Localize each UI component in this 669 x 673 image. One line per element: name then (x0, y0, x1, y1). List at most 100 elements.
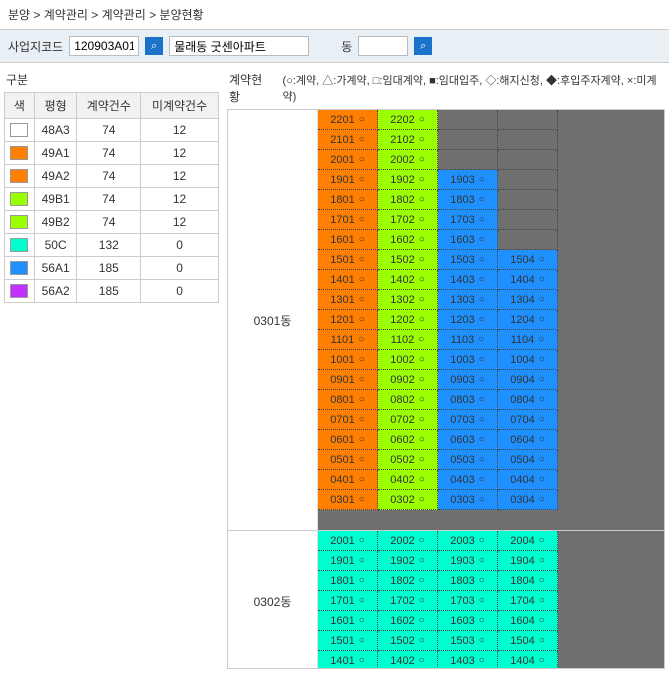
unit-cell[interactable]: 2003○ (438, 531, 498, 551)
unit-cell[interactable]: 1902○ (378, 170, 438, 190)
unit-cell[interactable]: 0604○ (498, 430, 558, 450)
class-row[interactable]: 50C1320 (5, 234, 219, 257)
unit-cell[interactable]: 2004○ (498, 531, 558, 551)
unit-cell[interactable]: 1502○ (378, 631, 438, 651)
unit-cell[interactable]: 1704○ (498, 591, 558, 611)
unit-cell[interactable]: 1203○ (438, 310, 498, 330)
unit-cell[interactable]: 1503○ (438, 631, 498, 651)
unit-cell[interactable]: 0501○ (318, 450, 378, 470)
unit-cell[interactable]: 0304○ (498, 490, 558, 510)
unit-cell[interactable]: 0302○ (378, 490, 438, 510)
unit-cell[interactable]: 0804○ (498, 390, 558, 410)
unit-cell[interactable]: 0701○ (318, 410, 378, 430)
unit-cell[interactable]: 0904○ (498, 370, 558, 390)
unit-cell[interactable]: 1902○ (378, 551, 438, 571)
unit-cell[interactable]: 0601○ (318, 430, 378, 450)
unit-cell[interactable]: 1403○ (438, 270, 498, 290)
unit-cell[interactable]: 1901○ (318, 170, 378, 190)
unit-cell[interactable]: 1603○ (438, 611, 498, 631)
unit-cell[interactable]: 1002○ (378, 350, 438, 370)
unit-cell[interactable]: 1903○ (438, 170, 498, 190)
unit-cell[interactable]: 1502○ (378, 250, 438, 270)
unit-cell[interactable]: 1801○ (318, 190, 378, 210)
unit-cell[interactable]: 1604○ (498, 611, 558, 631)
unit-cell[interactable]: 2201○ (318, 110, 378, 130)
search-dong-button[interactable]: ⌕ (414, 37, 432, 55)
unit-cell[interactable]: 1401○ (318, 651, 378, 669)
unit-cell[interactable]: 1603○ (438, 230, 498, 250)
unit-cell[interactable]: 0702○ (378, 410, 438, 430)
unit-cell[interactable]: 0401○ (318, 470, 378, 490)
unit-cell[interactable]: 1302○ (378, 290, 438, 310)
unit-cell[interactable]: 1601○ (318, 230, 378, 250)
unit-cell[interactable]: 0502○ (378, 450, 438, 470)
business-name-input[interactable] (169, 36, 309, 56)
unit-cell[interactable]: 1803○ (438, 571, 498, 591)
unit-cell[interactable]: 0504○ (498, 450, 558, 470)
unit-cell[interactable]: 1602○ (378, 230, 438, 250)
unit-cell[interactable]: 1104○ (498, 330, 558, 350)
unit-cell[interactable]: 1404○ (498, 270, 558, 290)
unit-cell[interactable]: 0903○ (438, 370, 498, 390)
unit-cell[interactable]: 2102○ (378, 130, 438, 150)
unit-cell[interactable]: 1403○ (438, 651, 498, 669)
unit-cell[interactable]: 2002○ (378, 531, 438, 551)
unit-cell[interactable]: 1204○ (498, 310, 558, 330)
unit-cell[interactable]: 1501○ (318, 631, 378, 651)
unit-cell[interactable]: 0803○ (438, 390, 498, 410)
unit-cell[interactable]: 1701○ (318, 591, 378, 611)
unit-cell[interactable]: 0404○ (498, 470, 558, 490)
business-code-input[interactable] (69, 36, 139, 56)
dong-input[interactable] (358, 36, 408, 56)
unit-cell[interactable]: 1802○ (378, 571, 438, 591)
class-row[interactable]: 49B17412 (5, 188, 219, 211)
unit-cell[interactable]: 1703○ (438, 210, 498, 230)
unit-cell[interactable]: 0303○ (438, 490, 498, 510)
unit-cell[interactable]: 1702○ (378, 210, 438, 230)
unit-cell[interactable]: 2202○ (378, 110, 438, 130)
unit-cell[interactable]: 1602○ (378, 611, 438, 631)
unit-cell[interactable]: 1702○ (378, 591, 438, 611)
unit-cell[interactable]: 0403○ (438, 470, 498, 490)
unit-cell[interactable]: 1202○ (378, 310, 438, 330)
unit-cell[interactable]: 1703○ (438, 591, 498, 611)
unit-cell[interactable]: 2001○ (318, 531, 378, 551)
class-row[interactable]: 48A37412 (5, 119, 219, 142)
unit-cell[interactable]: 1301○ (318, 290, 378, 310)
unit-cell[interactable]: 1003○ (438, 350, 498, 370)
unit-cell[interactable]: 0704○ (498, 410, 558, 430)
unit-cell[interactable]: 2101○ (318, 130, 378, 150)
unit-cell[interactable]: 1401○ (318, 270, 378, 290)
unit-cell[interactable]: 1803○ (438, 190, 498, 210)
unit-cell[interactable]: 1804○ (498, 571, 558, 591)
unit-cell[interactable]: 1404○ (498, 651, 558, 669)
unit-cell[interactable]: 1201○ (318, 310, 378, 330)
unit-cell[interactable]: 0301○ (318, 490, 378, 510)
unit-cell[interactable]: 2001○ (318, 150, 378, 170)
unit-cell[interactable]: 0402○ (378, 470, 438, 490)
unit-cell[interactable]: 1102○ (378, 330, 438, 350)
unit-cell[interactable]: 1701○ (318, 210, 378, 230)
class-row[interactable]: 49B27412 (5, 211, 219, 234)
unit-cell[interactable]: 2002○ (378, 150, 438, 170)
unit-cell[interactable]: 0602○ (378, 430, 438, 450)
unit-cell[interactable]: 0503○ (438, 450, 498, 470)
search-code-button[interactable]: ⌕ (145, 37, 163, 55)
class-row[interactable]: 56A11850 (5, 257, 219, 280)
unit-cell[interactable]: 1504○ (498, 250, 558, 270)
unit-cell[interactable]: 1103○ (438, 330, 498, 350)
class-row[interactable]: 49A17412 (5, 142, 219, 165)
unit-cell[interactable]: 1802○ (378, 190, 438, 210)
unit-grid[interactable]: 0301동2201○2202○2101○2102○2001○2002○1901○… (227, 109, 665, 669)
unit-cell[interactable]: 1801○ (318, 571, 378, 591)
unit-cell[interactable]: 1001○ (318, 350, 378, 370)
unit-cell[interactable]: 1503○ (438, 250, 498, 270)
unit-cell[interactable]: 0801○ (318, 390, 378, 410)
unit-cell[interactable]: 1304○ (498, 290, 558, 310)
unit-cell[interactable]: 0703○ (438, 410, 498, 430)
unit-cell[interactable]: 0902○ (378, 370, 438, 390)
class-row[interactable]: 56A21850 (5, 280, 219, 303)
unit-cell[interactable]: 1504○ (498, 631, 558, 651)
unit-cell[interactable]: 1402○ (378, 651, 438, 669)
unit-cell[interactable]: 1901○ (318, 551, 378, 571)
